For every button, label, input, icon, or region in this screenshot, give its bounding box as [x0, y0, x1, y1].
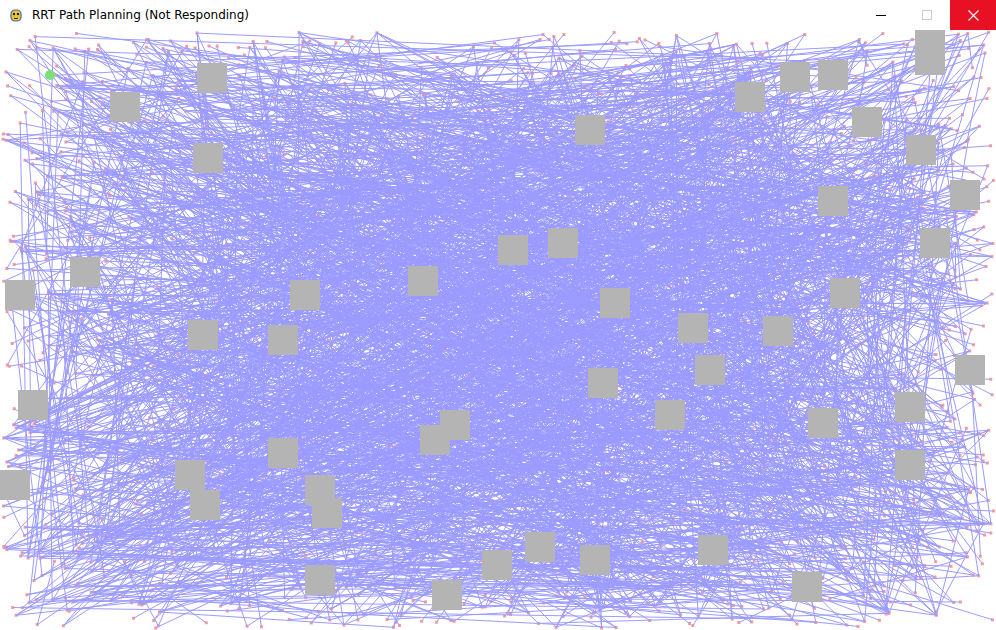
obstacle	[698, 535, 728, 565]
obstacle	[498, 235, 528, 265]
window-title: RRT Path Planning (Not Responding)	[32, 8, 858, 22]
obstacle	[588, 368, 618, 398]
obstacle	[915, 30, 945, 75]
obstacle	[895, 450, 925, 480]
obstacle	[575, 115, 605, 145]
pygame-snake-icon	[8, 7, 24, 23]
obstacle	[268, 325, 298, 355]
obstacle	[175, 460, 205, 490]
obstacle	[792, 572, 822, 602]
maximize-button	[904, 0, 950, 30]
obstacle	[0, 470, 30, 500]
start-point	[45, 70, 55, 80]
obstacle	[190, 490, 220, 520]
obstacle	[906, 135, 936, 165]
obstacle	[895, 392, 925, 422]
obstacle	[525, 532, 555, 562]
obstacle	[780, 62, 810, 92]
close-icon	[968, 10, 979, 21]
app-window: RRT Path Planning (Not Responding)	[0, 0, 996, 630]
obstacle	[655, 400, 685, 430]
obstacle	[432, 580, 462, 610]
obstacle	[420, 425, 450, 455]
obstacle	[482, 550, 512, 580]
obstacle	[268, 438, 298, 468]
obstacle	[312, 498, 342, 528]
obstacle	[290, 280, 320, 310]
obstacle	[70, 257, 100, 287]
obstacle	[950, 180, 980, 210]
obstacle	[852, 107, 882, 137]
obstacle	[193, 143, 223, 173]
obstacle	[808, 408, 838, 438]
obstacle	[580, 545, 610, 575]
obstacle	[695, 355, 725, 385]
obstacle	[5, 280, 35, 310]
tree-edges	[3, 32, 994, 628]
obstacle	[920, 228, 950, 258]
obstacle	[600, 288, 630, 318]
obstacle	[830, 278, 860, 308]
minimize-button[interactable]	[858, 0, 904, 30]
obstacle	[955, 355, 985, 385]
minimize-icon	[876, 10, 886, 20]
obstacle	[548, 228, 578, 258]
obstacle	[305, 565, 335, 595]
close-button[interactable]	[950, 0, 996, 30]
obstacle	[735, 82, 765, 112]
obstacle	[678, 313, 708, 343]
obstacle	[408, 266, 438, 296]
obstacle	[197, 63, 227, 93]
obstacle	[110, 92, 140, 122]
rrt-canvas	[0, 30, 996, 630]
obstacle	[818, 186, 848, 216]
tree-nodes	[2, 31, 996, 630]
obstacle	[818, 60, 848, 90]
obstacle	[188, 320, 218, 350]
obstacle	[763, 316, 793, 346]
obstacle	[18, 390, 48, 420]
maximize-icon	[922, 10, 932, 20]
title-bar[interactable]: RRT Path Planning (Not Responding)	[0, 0, 996, 30]
